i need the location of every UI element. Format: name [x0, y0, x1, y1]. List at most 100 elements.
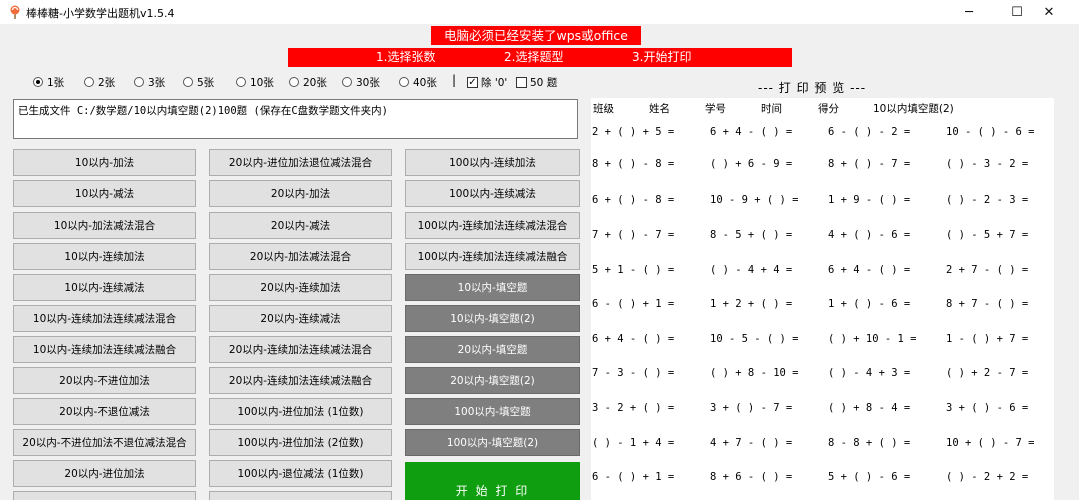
- problem-item: 10 - 5 - ( ) =: [710, 333, 799, 345]
- problem-item: 3 + ( ) - 7 =: [710, 402, 793, 414]
- checkbox-50-questions[interactable]: 50 题: [516, 75, 557, 89]
- problem-item: 1 - ( ) + 7 =: [946, 333, 1029, 345]
- radio-indicator[interactable]: [33, 77, 43, 87]
- problem-item: 3 + ( ) - 6 =: [946, 402, 1029, 414]
- btn-carry-add-20[interactable]: 20以内-进位加法: [13, 460, 196, 487]
- problem-item: 4 + ( ) - 6 =: [828, 229, 911, 241]
- btn-add-10[interactable]: 10以内-加法: [13, 149, 196, 176]
- radio-indicator[interactable]: [183, 77, 193, 87]
- problem-item: 10 - 9 + ( ) =: [710, 194, 799, 206]
- problem-row: 8 + ( ) - 8 = ( ) + 6 - 9 = 8 + ( ) - 7 = (…: [591, 158, 1054, 172]
- print-button[interactable]: 开 始 打 印: [405, 462, 580, 500]
- btn-chain-sub-10[interactable]: 10以内-连续减法: [13, 274, 196, 301]
- problem-item: 1 + 9 - ( ) =: [828, 194, 911, 206]
- btn-sub-10[interactable]: 10以内-减法: [13, 180, 196, 207]
- minimize-button[interactable]: ─: [951, 0, 987, 24]
- option-separator: |: [452, 73, 457, 87]
- btn-carry-add-100-1d[interactable]: 100以内-进位加法 (1位数): [209, 398, 392, 425]
- btn-chain-sub-20[interactable]: 20以内-连续减法: [209, 305, 392, 332]
- header-sheet-name: 10以内填空题(2): [873, 103, 954, 115]
- btn-chain-add-10[interactable]: 10以内-连续加法: [13, 243, 196, 270]
- problem-item: 3 - 2 + ( ) =: [592, 402, 675, 414]
- btn-fill-blank-100[interactable]: 100以内-填空题: [405, 398, 580, 425]
- maximize-button[interactable]: ☐: [999, 0, 1035, 24]
- radio-indicator[interactable]: [84, 77, 94, 87]
- problem-item: ( ) - 4 + 4 =: [710, 264, 793, 276]
- radio-indicator[interactable]: [236, 77, 246, 87]
- radio-sheets-10[interactable]: 10张: [236, 75, 274, 89]
- btn-chain-fuse-20[interactable]: 20以内-连续加法连续减法融合: [209, 367, 392, 394]
- btn-chain-mix-10[interactable]: 10以内-连续加法连续减法混合: [13, 305, 196, 332]
- problem-item: ( ) - 2 - 3 =: [946, 194, 1029, 206]
- radio-sheets-3[interactable]: 3张: [134, 75, 165, 89]
- radio-sheets-20[interactable]: 20张: [289, 75, 327, 89]
- problem-item: ( ) + 8 - 10 =: [710, 367, 799, 379]
- radio-indicator[interactable]: [289, 77, 299, 87]
- btn-chain-add-100[interactable]: 100以内-连续加法: [405, 149, 580, 176]
- btn-fill-blank-10[interactable]: 10以内-填空题: [405, 274, 580, 301]
- btn-addsub-20[interactable]: 20以内-加法减法混合: [209, 243, 392, 270]
- btn-carry-add-100-2d[interactable]: 100以内-进位加法 (2位数): [209, 429, 392, 456]
- problem-row: ( ) - 1 + 4 = 4 + 7 - ( ) = 8 - 8 + ( ) = 1…: [591, 437, 1054, 451]
- checkbox-exclude-zero[interactable]: ✓ 除 '0': [467, 75, 507, 89]
- problem-row: 5 + 1 - ( ) = ( ) - 4 + 4 = 6 + 4 - ( ) = 2…: [591, 264, 1054, 278]
- btn-carry-borrow-mix-20[interactable]: 20以内-进位加法退位减法混合: [209, 149, 392, 176]
- title-bar: 棒棒糖-小学数学出题机v1.5.4 ─ ☐ ✕: [0, 0, 1079, 24]
- btn-fill-blank-20-v2[interactable]: 20以内-填空题(2): [405, 367, 580, 394]
- problem-item: 8 + 7 - ( ) =: [946, 298, 1029, 310]
- btn-add-20[interactable]: 20以内-加法: [209, 180, 392, 207]
- problem-row: 6 + 4 - ( ) = 10 - 5 - ( ) = ( ) + 10 - 1 …: [591, 333, 1054, 347]
- checkbox-checked[interactable]: ✓: [467, 76, 478, 88]
- btn-nocarry-add-20[interactable]: 20以内-不进位加法: [13, 367, 196, 394]
- problem-item: 7 - 3 - ( ) =: [592, 367, 675, 379]
- problem-row: 2 + ( ) + 5 = 6 + 4 - ( ) = 6 - ( ) - 2 = 1…: [591, 126, 1054, 140]
- problem-item: 1 + 2 + ( ) =: [710, 298, 793, 310]
- radio-indicator[interactable]: [342, 77, 352, 87]
- btn-chain-sub-100[interactable]: 100以内-连续减法: [405, 180, 580, 207]
- problem-row: 6 - ( ) + 1 = 8 + 6 - ( ) = 5 + ( ) - 6 = (…: [591, 471, 1054, 485]
- problem-row: 6 + ( ) - 8 = 10 - 9 + ( ) = 1 + 9 - ( ) =…: [591, 194, 1054, 208]
- problem-item: ( ) + 2 - 7 =: [946, 367, 1029, 379]
- problem-item: ( ) - 5 + 7 =: [946, 229, 1029, 241]
- step-1-label: 1.选择张数: [376, 50, 436, 64]
- problem-item: ( ) - 3 - 2 =: [946, 158, 1029, 170]
- radio-sheets-40[interactable]: 40张: [399, 75, 437, 89]
- btn-chain-mix-100[interactable]: 100以内-连续加法连续减法混合: [405, 212, 580, 239]
- btn-fill-blank-100-v2[interactable]: 100以内-填空题(2): [405, 429, 580, 456]
- problem-item: ( ) - 2 + 2 =: [946, 471, 1029, 483]
- radio-sheets-1[interactable]: 1张: [33, 75, 64, 89]
- problem-item: 8 - 5 + ( ) =: [710, 229, 793, 241]
- btn-fill-blank-20[interactable]: 20以内-填空题: [405, 336, 580, 363]
- problem-item: ( ) + 6 - 9 =: [710, 158, 793, 170]
- step-3-label: 3.开始打印: [632, 50, 692, 64]
- btn-addsub-10[interactable]: 10以内-加法减法混合: [13, 212, 196, 239]
- radio-indicator[interactable]: [399, 77, 409, 87]
- btn-col1-partial[interactable]: [13, 491, 196, 500]
- btn-chain-mix-20[interactable]: 20以内-连续加法连续减法混合: [209, 336, 392, 363]
- btn-borrow-sub-100-1d[interactable]: 100以内-退位减法 (1位数): [209, 460, 392, 487]
- btn-fill-blank-10-v2[interactable]: 10以内-填空题(2): [405, 305, 580, 332]
- problem-item: ( ) + 10 - 1 =: [828, 333, 917, 345]
- radio-sheets-5[interactable]: 5张: [183, 75, 214, 89]
- radio-sheets-30[interactable]: 30张: [342, 75, 380, 89]
- btn-chain-add-20[interactable]: 20以内-连续加法: [209, 274, 392, 301]
- problem-item: 8 + ( ) - 7 =: [828, 158, 911, 170]
- btn-chain-fuse-100[interactable]: 100以内-连续加法连续减法融合: [405, 243, 580, 270]
- problem-item: 2 + ( ) + 5 =: [592, 126, 675, 138]
- problem-item: 6 - ( ) + 1 =: [592, 298, 675, 310]
- radio-sheets-2[interactable]: 2张: [84, 75, 115, 89]
- problem-row: 6 - ( ) + 1 = 1 + 2 + ( ) = 1 + ( ) - 6 = 8…: [591, 298, 1054, 312]
- problem-item: 6 - ( ) - 2 =: [828, 126, 911, 138]
- problem-row: 7 - 3 - ( ) = ( ) + 8 - 10 = ( ) - 4 + 3 =…: [591, 367, 1054, 381]
- radio-indicator[interactable]: [134, 77, 144, 87]
- status-textbox[interactable]: 已生成文件 C:/数学题/10以内填空题(2)100题 (保存在C盘数学题文件夹…: [13, 99, 578, 139]
- btn-noborrow-sub-20[interactable]: 20以内-不退位减法: [13, 398, 196, 425]
- close-button[interactable]: ✕: [1031, 0, 1067, 24]
- btn-col2-partial[interactable]: [209, 491, 392, 500]
- btn-chain-fuse-10[interactable]: 10以内-连续加法连续减法融合: [13, 336, 196, 363]
- checkbox-unchecked[interactable]: [516, 76, 527, 88]
- btn-sub-20[interactable]: 20以内-减法: [209, 212, 392, 239]
- btn-nocarry-mix-20[interactable]: 20以内-不进位加法不退位减法混合: [13, 429, 196, 456]
- problem-item: 4 + 7 - ( ) =: [710, 437, 793, 449]
- problem-item: 2 + 7 - ( ) =: [946, 264, 1029, 276]
